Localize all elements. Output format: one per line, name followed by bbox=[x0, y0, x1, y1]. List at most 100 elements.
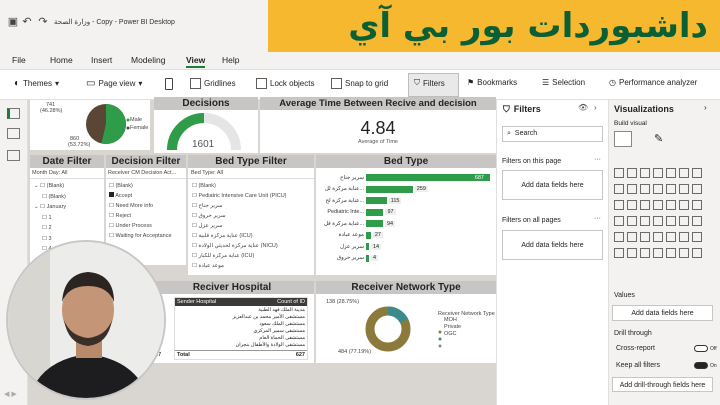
bar-row[interactable]: سرير جناح 687 bbox=[318, 172, 492, 184]
bed-item[interactable]: ☐ سرير عزل bbox=[192, 221, 310, 231]
visual-type-icon[interactable] bbox=[613, 168, 624, 178]
visual-type-icon[interactable] bbox=[613, 232, 624, 242]
visual-type-icon[interactable] bbox=[639, 168, 650, 178]
visual-type-icon[interactable] bbox=[665, 168, 676, 178]
date-item[interactable]: ☐ 2 bbox=[34, 223, 100, 234]
build-visual-icon[interactable] bbox=[614, 131, 632, 147]
visual-type-icon[interactable] bbox=[691, 248, 702, 258]
bookmarks-button[interactable]: ⚑ Bookmarks bbox=[467, 78, 517, 87]
redo-icon[interactable]: ↷ bbox=[36, 14, 50, 28]
visual-type-icon[interactable] bbox=[626, 232, 637, 242]
visual-type-icon[interactable] bbox=[665, 184, 676, 194]
visual-type-icon[interactable] bbox=[652, 248, 663, 258]
bed-item[interactable]: ☐ (Blank) bbox=[192, 181, 310, 191]
visual-type-icon[interactable] bbox=[691, 168, 702, 178]
more-options-icon[interactable]: ··· bbox=[594, 156, 601, 163]
col-sender-hospital[interactable]: Sender Hospital bbox=[177, 299, 216, 305]
visual-type-icon[interactable] bbox=[613, 216, 624, 226]
table-view-icon[interactable] bbox=[7, 128, 20, 139]
bar-row[interactable]: عناية مركزة قل... 94 bbox=[318, 218, 492, 230]
values-dropzone[interactable]: Add data fields here bbox=[612, 305, 713, 321]
themes-button[interactable]: ◐ Themes ▾ bbox=[14, 78, 59, 89]
bar-row[interactable]: موعد عيادة 27 bbox=[318, 230, 492, 242]
visual-type-icon[interactable] bbox=[678, 168, 689, 178]
bed-type-filter-slicer[interactable]: Bed Type Filter Bed Type: All ☐ (Blank) … bbox=[188, 155, 314, 275]
collapse-pane-icon[interactable]: › bbox=[594, 103, 597, 112]
lock-objects-checkbox[interactable]: Lock objects bbox=[256, 78, 314, 89]
model-view-icon[interactable] bbox=[7, 150, 20, 161]
bar-row[interactable]: Pediatric Inte... 97 bbox=[318, 207, 492, 219]
visual-type-icon[interactable] bbox=[626, 248, 637, 258]
visual-type-icon[interactable] bbox=[691, 200, 702, 210]
menu-home[interactable]: Home bbox=[50, 55, 73, 65]
visual-type-icon[interactable] bbox=[678, 216, 689, 226]
visual-type-icon[interactable] bbox=[626, 184, 637, 194]
bed-type-chart[interactable]: Bed Type سرير جناح 687 عناية مركزة لل... 25… bbox=[316, 155, 496, 275]
date-item[interactable]: ☐ (Blank) bbox=[34, 192, 100, 203]
date-item[interactable]: ☐ 1 bbox=[34, 213, 100, 224]
menu-file[interactable]: File bbox=[12, 55, 26, 65]
visual-type-icon[interactable] bbox=[665, 248, 676, 258]
visual-type-icon[interactable] bbox=[665, 232, 676, 242]
visual-type-icon[interactable] bbox=[691, 216, 702, 226]
selection-button[interactable]: ☰ Selection bbox=[542, 78, 585, 87]
visual-type-icon[interactable] bbox=[639, 200, 650, 210]
date-item[interactable]: ⌄ ☐ (Blank) bbox=[34, 181, 100, 192]
visual-type-icon[interactable] bbox=[691, 184, 702, 194]
visual-type-icon[interactable] bbox=[626, 216, 637, 226]
bar-row[interactable]: عناية مركزة لل... 259 bbox=[318, 184, 492, 196]
bed-item[interactable]: ☐ عناية مركزة للكبار (ICU) bbox=[192, 251, 310, 261]
visual-type-icon[interactable] bbox=[665, 216, 676, 226]
col-count-of-id[interactable]: Count of ID bbox=[277, 299, 305, 305]
visual-type-icon[interactable] bbox=[639, 184, 650, 194]
drill-through-dropzone[interactable]: Add drill-through fields here bbox=[612, 377, 713, 392]
bed-item[interactable]: ☐ سرير جناح bbox=[192, 201, 310, 211]
visual-type-icon[interactable] bbox=[678, 232, 689, 242]
visual-type-icon[interactable] bbox=[626, 200, 637, 210]
report-view-icon[interactable] bbox=[7, 108, 20, 119]
menu-help[interactable]: Help bbox=[222, 55, 239, 65]
mobile-layout-icon[interactable] bbox=[165, 78, 173, 90]
avg-time-card[interactable]: Average Time Between Recive and decision… bbox=[260, 97, 496, 153]
visual-type-icon[interactable] bbox=[652, 200, 663, 210]
bed-item[interactable]: ☐ موعد عيادة bbox=[192, 261, 310, 271]
page-nav-icons[interactable]: ◀ ▶ bbox=[4, 390, 17, 398]
bed-item[interactable]: ☐ سرير حروق bbox=[192, 211, 310, 221]
visual-type-icon[interactable] bbox=[678, 184, 689, 194]
visual-type-icon[interactable] bbox=[678, 248, 689, 258]
visual-type-icon[interactable] bbox=[665, 200, 676, 210]
decision-item[interactable]: ☐ Need More info bbox=[109, 201, 183, 211]
bar-row[interactable]: عناية مركزة لح... 115 bbox=[318, 195, 492, 207]
bed-item[interactable]: ☐ عناية مركزة لحديثي الولادة (NICU) bbox=[192, 241, 310, 251]
save-icon[interactable]: ▣ bbox=[6, 14, 20, 28]
filters-all-dropzone[interactable]: Add data fields here bbox=[502, 230, 603, 260]
visual-type-icon[interactable] bbox=[639, 248, 650, 258]
collapse-pane-icon[interactable]: › bbox=[704, 103, 707, 112]
decision-item[interactable]: ☐ Reject bbox=[109, 211, 183, 221]
snap-to-grid-checkbox[interactable]: Snap to grid bbox=[331, 78, 388, 89]
decision-item[interactable]: ☐ Waiting for Acceptance bbox=[109, 231, 183, 241]
menu-modeling[interactable]: Modeling bbox=[131, 55, 166, 65]
more-options-icon[interactable]: ··· bbox=[594, 215, 601, 222]
menu-view[interactable]: View bbox=[186, 55, 206, 68]
undo-icon[interactable]: ↶ bbox=[20, 14, 34, 28]
visual-type-icon[interactable] bbox=[678, 200, 689, 210]
visual-type-icon[interactable] bbox=[639, 232, 650, 242]
decision-item[interactable]: Accept bbox=[109, 191, 183, 201]
decision-item[interactable]: ☐ (Blank) bbox=[109, 181, 183, 191]
performance-analyzer-button[interactable]: ◷ Performance analyzer bbox=[609, 78, 697, 87]
page-view-button[interactable]: ▭ Page view ▾ bbox=[86, 78, 142, 89]
format-visual-icon[interactable]: ✎ bbox=[654, 132, 663, 145]
visual-type-icon[interactable] bbox=[652, 168, 663, 178]
cross-report-toggle[interactable]: Off bbox=[694, 345, 717, 352]
bar-row[interactable]: سرير حروق 4 bbox=[318, 253, 492, 265]
menu-insert[interactable]: Insert bbox=[91, 55, 112, 65]
visual-type-icon[interactable] bbox=[626, 168, 637, 178]
visual-type-icon[interactable] bbox=[652, 184, 663, 194]
bed-item[interactable]: ☐ Pediatric Intensive Care Unit (PICU) bbox=[192, 191, 310, 201]
visual-type-icon[interactable] bbox=[613, 248, 624, 258]
receiver-hospital-table[interactable]: Reciver Hospital Sender Hospital Count o… bbox=[150, 281, 314, 363]
visual-type-icon[interactable] bbox=[652, 216, 663, 226]
visual-type-icon[interactable] bbox=[639, 216, 650, 226]
eye-icon[interactable]: 👁 bbox=[578, 103, 588, 112]
